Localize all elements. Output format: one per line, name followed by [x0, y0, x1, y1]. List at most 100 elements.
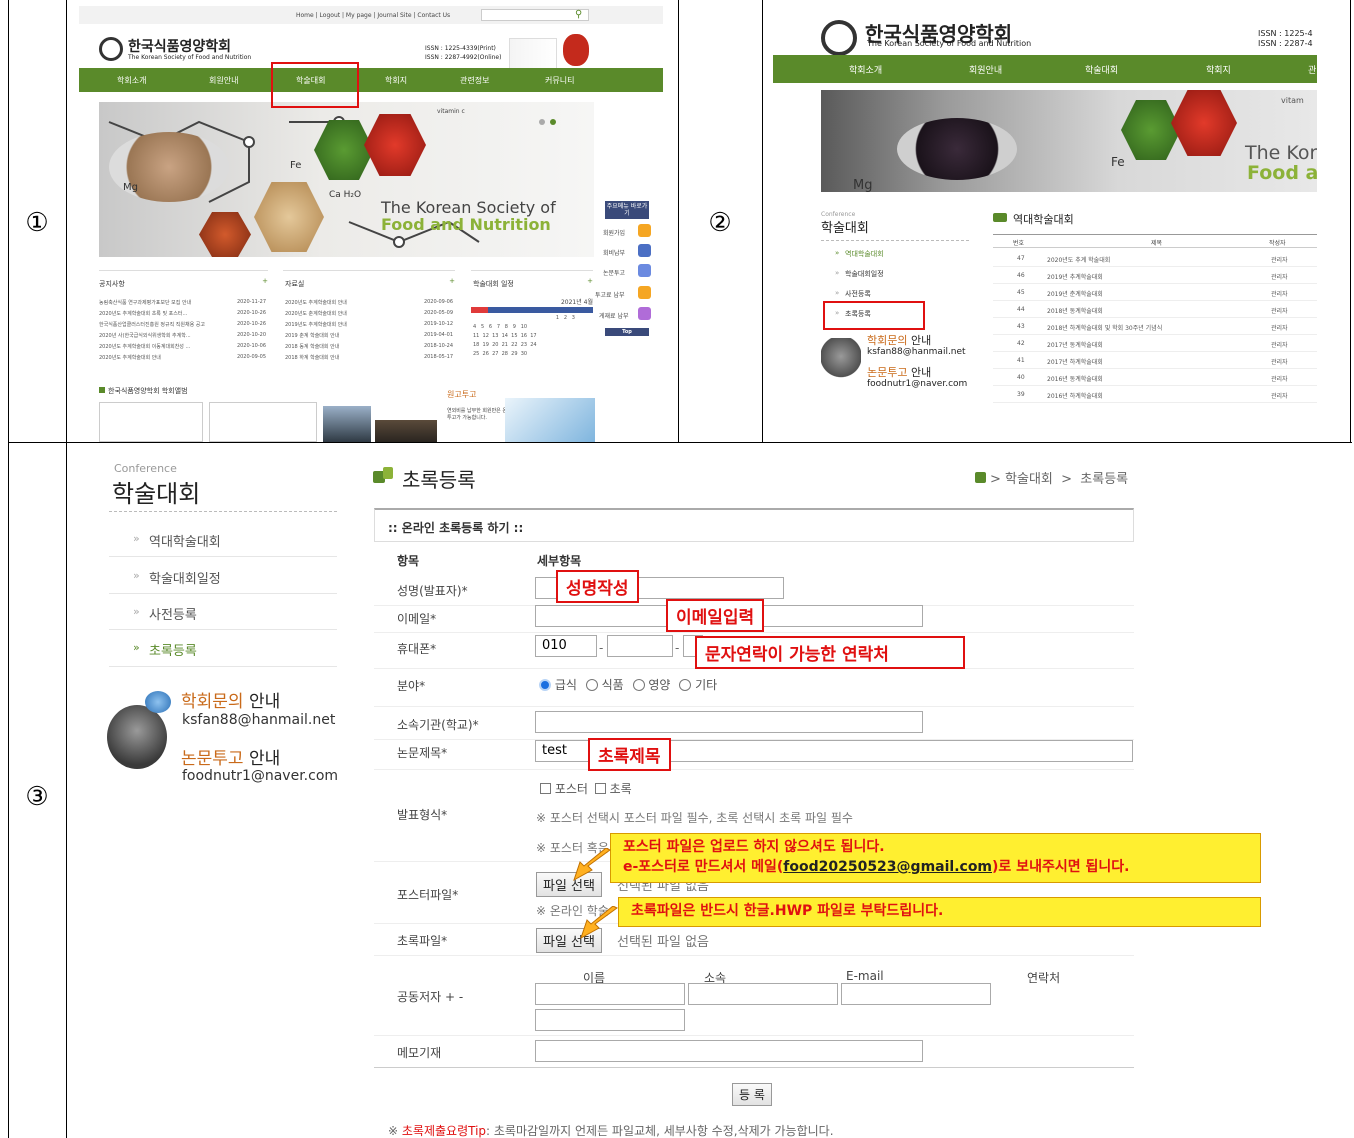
- data-more[interactable]: +: [449, 277, 455, 285]
- nav-membership[interactable]: 회원안내: [969, 63, 1002, 76]
- radio-icon-selected[interactable]: [539, 679, 551, 691]
- join-icon[interactable]: [638, 224, 651, 237]
- list-item[interactable]: 2018 동계 학술대회 안내 2018-10-24: [285, 343, 455, 354]
- table-row[interactable]: 43 2018년 하계학술대회 및 학회 30주년 기념식 관리자: [993, 318, 1317, 335]
- notice-more[interactable]: +: [262, 277, 268, 285]
- fee-icon[interactable]: [638, 244, 651, 257]
- sidebar-item-preregister[interactable]: 사전등록: [845, 289, 871, 299]
- sidebar-item-history[interactable]: 역대학술대회: [845, 249, 884, 259]
- contact-email[interactable]: ksfan88@hanmail.net: [867, 347, 966, 357]
- table-row[interactable]: 41 2017년 하계학술대회 관리자: [993, 352, 1317, 369]
- quick-paper[interactable]: 논문투고: [603, 268, 625, 277]
- notice-title[interactable]: 공지사항: [99, 279, 125, 289]
- list-item-title[interactable]: 2020년도 추계학술대회 초록 및 포스터...: [99, 310, 187, 317]
- radio-icon[interactable]: [679, 679, 692, 691]
- contact-email[interactable]: ksfan88@hanmail.net: [182, 712, 335, 728]
- album-thumb[interactable]: [99, 402, 203, 442]
- checkbox-label-abstract[interactable]: 초록: [610, 782, 632, 796]
- top-search-input[interactable]: [481, 9, 589, 21]
- radio-icon[interactable]: [585, 679, 598, 691]
- list-item[interactable]: 2019 춘계 학술대회 안내 2019-04-01: [285, 332, 455, 343]
- album-photo[interactable]: [323, 406, 371, 442]
- paper-icon[interactable]: [638, 264, 651, 277]
- coauthor-contact-input[interactable]: [535, 1009, 685, 1031]
- nav-related[interactable]: 관: [1308, 63, 1316, 76]
- table-row[interactable]: 40 2016년 동계학술대회 관리자: [993, 369, 1317, 386]
- list-item-title[interactable]: 2020년도 추계학술대회 이동계대회찬성 ...: [99, 343, 190, 350]
- coauthor-email-input[interactable]: [841, 983, 991, 1005]
- table-row[interactable]: 46 2019년 추계학술대회 관리자: [993, 267, 1317, 284]
- sidebar-item-abstract[interactable]: 초록등록: [149, 640, 197, 659]
- top-links[interactable]: Home | Logout | My page | Journal Site |…: [296, 12, 450, 19]
- list-item-title[interactable]: 2019년도 추계학술대회 안내: [285, 321, 347, 328]
- row-title[interactable]: 2018년 하계학술대회 및 학회 30주년 기념식: [1047, 323, 1162, 332]
- submit-button[interactable]: 등 록: [732, 1083, 772, 1106]
- list-item-title[interactable]: 한국식품산업클러스터진흥원 정규직 직원채용 공고: [99, 321, 205, 328]
- coauthor-org-input[interactable]: [688, 983, 838, 1005]
- home-icon[interactable]: [975, 472, 986, 483]
- memo-input[interactable]: [535, 1040, 923, 1062]
- paper-email[interactable]: foodnutr1@naver.com: [182, 768, 338, 784]
- list-item-title[interactable]: 2018 하계 학술대회 안내: [285, 354, 339, 361]
- paper-email[interactable]: foodnutr1@naver.com: [867, 379, 967, 389]
- checkbox-label-poster[interactable]: 포스터: [555, 782, 588, 796]
- search-icon[interactable]: ⚲: [575, 9, 582, 20]
- quick-publish-fee[interactable]: 게재료 납부: [599, 311, 629, 320]
- album-thumb[interactable]: [209, 402, 317, 442]
- row-title[interactable]: 2019년 추계학술대회: [1047, 272, 1103, 281]
- album-photo[interactable]: [375, 420, 437, 442]
- row-title[interactable]: 2016년 동계학술대회: [1047, 374, 1103, 383]
- coauthor-name-input[interactable]: [535, 983, 685, 1005]
- phone-input-1[interactable]: 010: [535, 635, 597, 657]
- nav-intro[interactable]: 학회소개: [117, 75, 146, 86]
- row-title[interactable]: 2020년도 추계 학술대회: [1047, 255, 1110, 264]
- phone-input-2[interactable]: [607, 635, 673, 657]
- sidebar-item-schedule[interactable]: 학술대회일정: [845, 269, 884, 279]
- radio-label-catering[interactable]: 급식: [555, 678, 577, 692]
- table-row[interactable]: 42 2017년 동계학술대회 관리자: [993, 335, 1317, 352]
- logo-title[interactable]: 한국식품영양학회: [128, 36, 231, 56]
- slider-dot[interactable]: [539, 119, 545, 125]
- org-input[interactable]: [535, 711, 923, 733]
- top-button[interactable]: Top: [605, 328, 649, 336]
- row-title[interactable]: 2018년 동계학술대회: [1047, 306, 1103, 315]
- slider-dots[interactable]: [539, 110, 557, 125]
- quick-fee[interactable]: 회비납부: [603, 248, 625, 257]
- nav-journal[interactable]: 학회지: [1206, 63, 1231, 76]
- row-title[interactable]: 2017년 동계학술대회: [1047, 340, 1103, 349]
- data-title[interactable]: 자료실: [285, 279, 304, 289]
- list-item[interactable]: 농림축산식품 연구과제평가표보단 모집 안내 2020-11-27: [99, 299, 268, 310]
- submit-fee-icon[interactable]: [638, 286, 651, 299]
- sidebar-item-history[interactable]: 역대학술대회: [149, 531, 221, 550]
- nav-community[interactable]: 커뮤니티: [545, 75, 574, 86]
- calendar-more[interactable]: +: [587, 277, 593, 285]
- table-row[interactable]: 39 2016년 하계학술대회 관리자: [993, 386, 1317, 403]
- list-item-title[interactable]: 2020년 사)한국급식외식위생학회 추계학...: [99, 332, 191, 339]
- list-item-title[interactable]: 농림축산식품 연구과제평가표보단 모집 안내: [99, 299, 191, 306]
- row-title[interactable]: 2017년 하계학술대회: [1047, 357, 1103, 366]
- nav-membership[interactable]: 회원안내: [209, 75, 238, 86]
- row-title[interactable]: 2016년 하계학술대회: [1047, 391, 1103, 400]
- table-row[interactable]: 47 2020년도 추계 학술대회 관리자: [993, 250, 1317, 267]
- publish-fee-icon[interactable]: [638, 307, 651, 320]
- list-item-title[interactable]: 2020년도 춘계학술대회 안내: [285, 310, 347, 317]
- radio-label-food[interactable]: 식품: [602, 678, 624, 692]
- nav-journal[interactable]: 학회지: [385, 75, 407, 86]
- sidebar-item-schedule[interactable]: 학술대회일정: [149, 568, 221, 587]
- checkbox-icon[interactable]: [594, 783, 606, 794]
- list-item[interactable]: 한국식품산업클러스터진흥원 정규직 직원채용 공고 2020-10-26: [99, 321, 268, 332]
- radio-label-other[interactable]: 기타: [695, 678, 717, 692]
- list-item[interactable]: 2020년도 추계학술대회 이동계대회찬성 ... 2020-10-06: [99, 343, 268, 354]
- list-item-title[interactable]: 2020년도 추계학술대회 안내: [285, 299, 347, 306]
- list-item-title[interactable]: 2018 동계 학술대회 안내: [285, 343, 339, 350]
- nav-intro[interactable]: 학회소개: [849, 63, 882, 76]
- quick-submit-fee[interactable]: 투고료 납부: [595, 290, 625, 299]
- list-item[interactable]: 2020년도 추계학술대회 안내 2020-09-06: [285, 299, 455, 310]
- list-item[interactable]: 2020년도 춘계학술대회 안내 2020-05-09: [285, 310, 455, 321]
- submit-title[interactable]: 원고투고: [447, 389, 476, 400]
- nav-related[interactable]: 관련정보: [460, 75, 489, 86]
- calendar-title[interactable]: 학술대회 일정: [473, 279, 514, 289]
- list-item[interactable]: 2018 하계 학술대회 안내 2018-05-17: [285, 354, 455, 365]
- list-item-title[interactable]: 2019 춘계 학술대회 안내: [285, 332, 339, 339]
- radio-icon[interactable]: [632, 679, 645, 691]
